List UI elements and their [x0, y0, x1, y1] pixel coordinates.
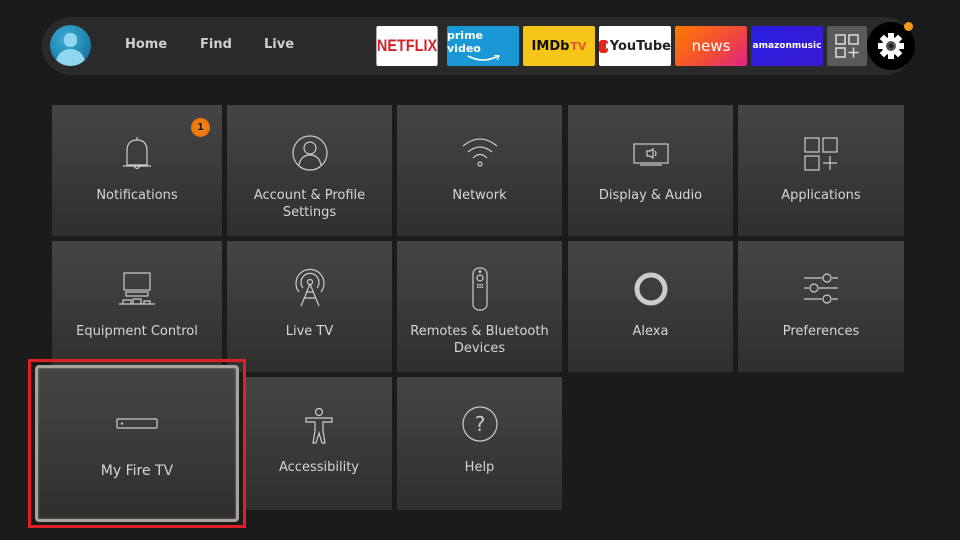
- tile-label: Help: [464, 460, 495, 475]
- help-icon: ?: [461, 406, 498, 442]
- settings-notification-dot: [904, 22, 913, 31]
- app-netflix[interactable]: NETFLIX: [376, 26, 438, 66]
- tile-label: Display & Audio: [598, 188, 703, 203]
- display-audio-icon: [632, 143, 669, 166]
- tile-label: Remotes & Bluetooth Devices: [410, 324, 549, 356]
- tile-alexa[interactable]: Alexa: [568, 241, 733, 372]
- avatar-head-icon: [64, 33, 77, 47]
- tile-display-audio[interactable]: Display & Audio: [568, 105, 733, 236]
- bell-icon: [123, 137, 151, 170]
- amazon-music-logo-b: music: [791, 41, 822, 51]
- app-prime-video[interactable]: prime video: [447, 26, 519, 66]
- apps-grid-icon: [835, 34, 859, 58]
- tile-label: Applications: [781, 188, 861, 203]
- antenna-icon: [294, 268, 325, 307]
- tile-label: Alexa: [632, 324, 669, 339]
- tile-equipment-control[interactable]: Equipment Control: [52, 241, 222, 372]
- tile-label: Accessibility: [279, 460, 359, 475]
- tile-remotes-bluetooth[interactable]: Remotes & Bluetooth Devices: [397, 241, 562, 372]
- app-news[interactable]: news: [675, 26, 747, 66]
- app-imdb-tv[interactable]: IMDb TV: [523, 26, 595, 66]
- tile-help[interactable]: ? Help: [397, 377, 562, 510]
- tile-my-fire-tv[interactable]: My Fire TV: [35, 365, 239, 522]
- alexa-icon: [634, 272, 667, 306]
- profile-icon: [291, 135, 328, 171]
- remote-icon: [471, 267, 488, 311]
- tile-label: My Fire TV: [100, 463, 174, 479]
- nav-live[interactable]: Live: [264, 37, 294, 52]
- tile-label: Network: [452, 188, 507, 203]
- youtube-logo: YouTube: [609, 38, 671, 54]
- tile-label: Notifications: [96, 188, 178, 203]
- tile-label: Live TV: [285, 324, 334, 339]
- amazon-music-logo-a: amazon: [752, 41, 792, 51]
- tile-label: Equipment Control: [76, 324, 198, 339]
- svg-text:?: ?: [474, 412, 485, 436]
- wifi-icon: [462, 138, 497, 167]
- app-amazon-music[interactable]: amazon music: [751, 26, 823, 66]
- imdb-tv-suffix: TV: [570, 39, 587, 53]
- avatar-body-icon: [56, 49, 85, 66]
- tile-label: Preferences: [782, 324, 860, 339]
- imdb-logo: IMDb: [531, 38, 570, 54]
- profile-avatar[interactable]: [50, 25, 91, 66]
- tile-account-profile-settings[interactable]: Account & Profile Settings: [227, 105, 392, 236]
- netflix-logo: NETFLIX: [376, 36, 438, 55]
- accessibility-icon: [305, 407, 333, 444]
- all-apps-button[interactable]: [827, 26, 867, 66]
- news-logo: news: [691, 37, 731, 55]
- sliders-icon: [804, 273, 838, 304]
- youtube-play-icon: [599, 39, 612, 53]
- notification-badge: 1: [191, 118, 210, 137]
- nav-find[interactable]: Find: [200, 37, 232, 52]
- tile-accessibility[interactable]: Accessibility: [246, 377, 392, 510]
- tile-live-tv[interactable]: Live TV: [227, 241, 392, 372]
- prime-smile-icon: [467, 55, 500, 61]
- nav-home[interactable]: Home: [125, 37, 167, 52]
- tile-label: Account & Profile Settings: [253, 188, 366, 220]
- tile-preferences[interactable]: Preferences: [738, 241, 904, 372]
- prime-video-logo: prime video: [447, 29, 483, 55]
- tile-applications[interactable]: Applications: [738, 105, 904, 236]
- tile-network[interactable]: Network: [397, 105, 562, 236]
- equipment-icon: [119, 272, 155, 305]
- applications-icon: [804, 137, 838, 171]
- app-youtube[interactable]: YouTube: [599, 26, 671, 66]
- fire-tv-device-icon: [116, 418, 158, 429]
